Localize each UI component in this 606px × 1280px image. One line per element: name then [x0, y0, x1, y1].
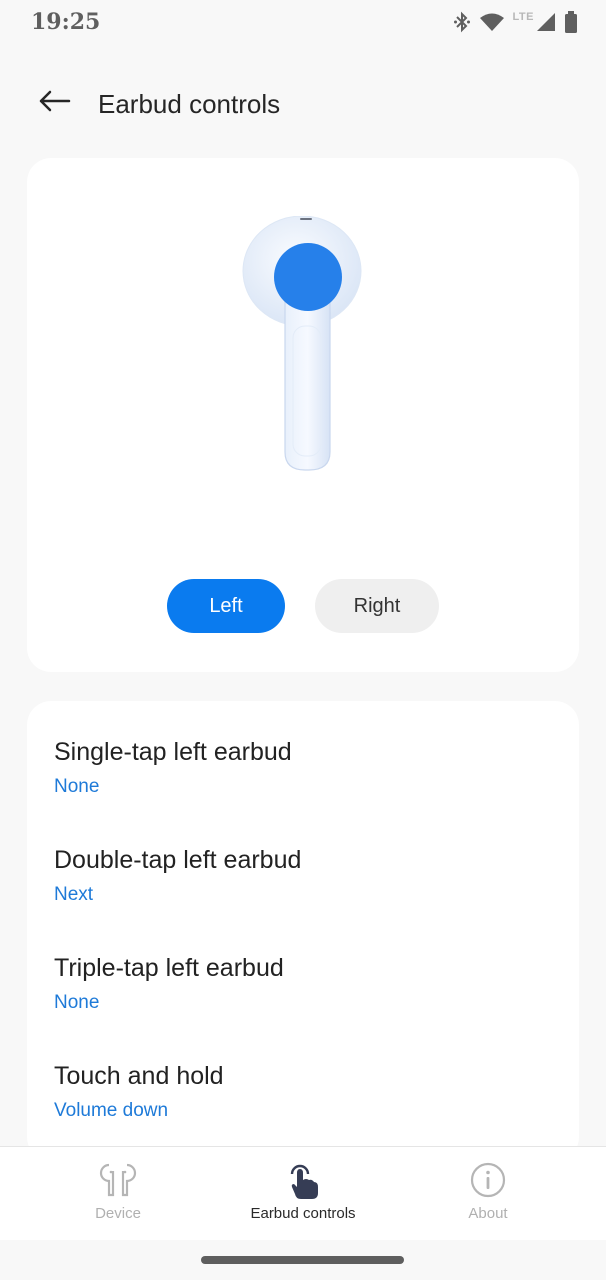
touch-hand-icon: [286, 1161, 320, 1199]
nav-tab-earbud-controls[interactable]: Earbud controls: [202, 1147, 404, 1240]
setting-single-tap[interactable]: Single-tap left earbud None: [54, 737, 554, 798]
setting-title: Double-tap left earbud: [54, 846, 302, 874]
gesture-navigation-bar[interactable]: [201, 1256, 404, 1264]
setting-touch-and-hold[interactable]: Touch and hold Volume down: [54, 1061, 554, 1122]
back-button[interactable]: [34, 85, 74, 121]
info-icon: [470, 1161, 506, 1199]
setting-value: None: [54, 992, 100, 1013]
nav-tab-device[interactable]: Device: [17, 1147, 219, 1240]
setting-triple-tap[interactable]: Triple-tap left earbud None: [54, 953, 554, 1014]
setting-title: Triple-tap left earbud: [54, 954, 284, 982]
setting-title: Single-tap left earbud: [54, 738, 292, 766]
app-bar: Earbud controls: [0, 70, 606, 136]
arrow-left-icon: [37, 89, 71, 118]
earbud-illustration: [242, 215, 366, 472]
setting-double-tap[interactable]: Double-tap left earbud Next: [54, 845, 554, 906]
earbud-preview-card: Left Right: [27, 158, 579, 672]
nav-label: About: [468, 1205, 508, 1222]
gesture-settings-card: Single-tap left earbud None Double-tap l…: [27, 701, 579, 1161]
nav-label: Device: [95, 1205, 141, 1222]
setting-value: Volume down: [54, 1100, 169, 1121]
nav-label: Earbud controls: [250, 1205, 356, 1222]
page-title: Earbud controls: [98, 89, 281, 119]
status-time: 19:25: [31, 9, 101, 35]
status-bar: 19:25 LTE: [0, 0, 606, 46]
setting-value: Next: [54, 884, 94, 905]
wifi-icon: [479, 12, 505, 32]
network-type-label: LTE: [512, 11, 534, 23]
battery-icon: [564, 11, 578, 33]
earbuds-icon: [99, 1161, 137, 1199]
setting-title: Touch and hold: [54, 1062, 224, 1090]
cell-signal-icon: [536, 12, 556, 32]
left-earbud-tab[interactable]: Left: [167, 579, 285, 633]
status-icons: LTE: [453, 10, 578, 34]
nav-tab-about[interactable]: About: [387, 1147, 589, 1240]
bottom-navigation: Device Earbud controls About: [0, 1146, 606, 1240]
bluetooth-icon: [453, 11, 471, 33]
right-earbud-tab[interactable]: Right: [315, 579, 439, 633]
setting-value: None: [54, 776, 100, 797]
